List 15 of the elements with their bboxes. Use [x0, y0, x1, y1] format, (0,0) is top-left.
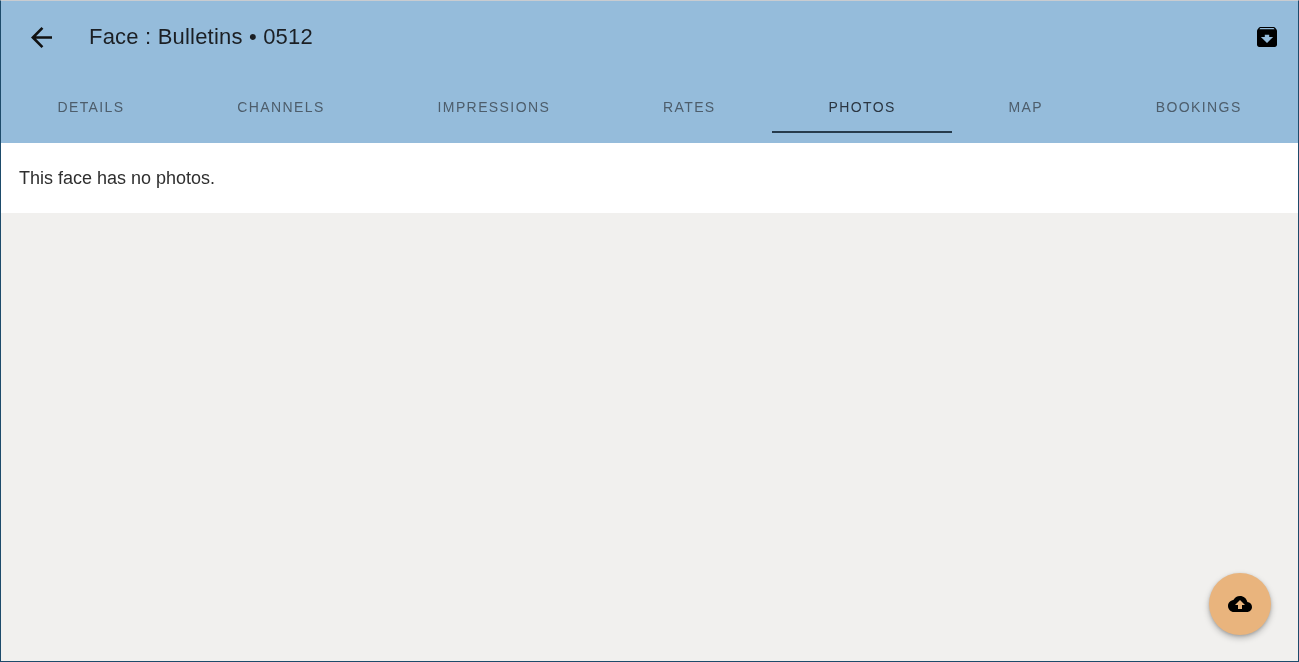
tab[interactable]: IMPRESSIONS [381, 81, 607, 133]
archive-button[interactable] [1256, 26, 1278, 48]
cloud-upload-icon [1228, 596, 1252, 612]
tab[interactable]: BOOKINGS [1099, 81, 1298, 133]
back-arrow-icon [30, 26, 52, 48]
tab[interactable]: PHOTOS [772, 81, 953, 133]
empty-message: This face has no photos. [19, 167, 216, 189]
tab[interactable]: DETAILS [1, 81, 181, 133]
archive-box-icon [1257, 27, 1277, 47]
tab[interactable]: RATES [606, 81, 772, 133]
page-title: Face : Bulletins • 0512 [89, 24, 313, 50]
tab[interactable]: CHANNELS [180, 81, 382, 133]
upload-button[interactable] [1209, 573, 1271, 635]
tab[interactable]: MAP [952, 81, 1100, 133]
back-button[interactable] [30, 26, 52, 48]
